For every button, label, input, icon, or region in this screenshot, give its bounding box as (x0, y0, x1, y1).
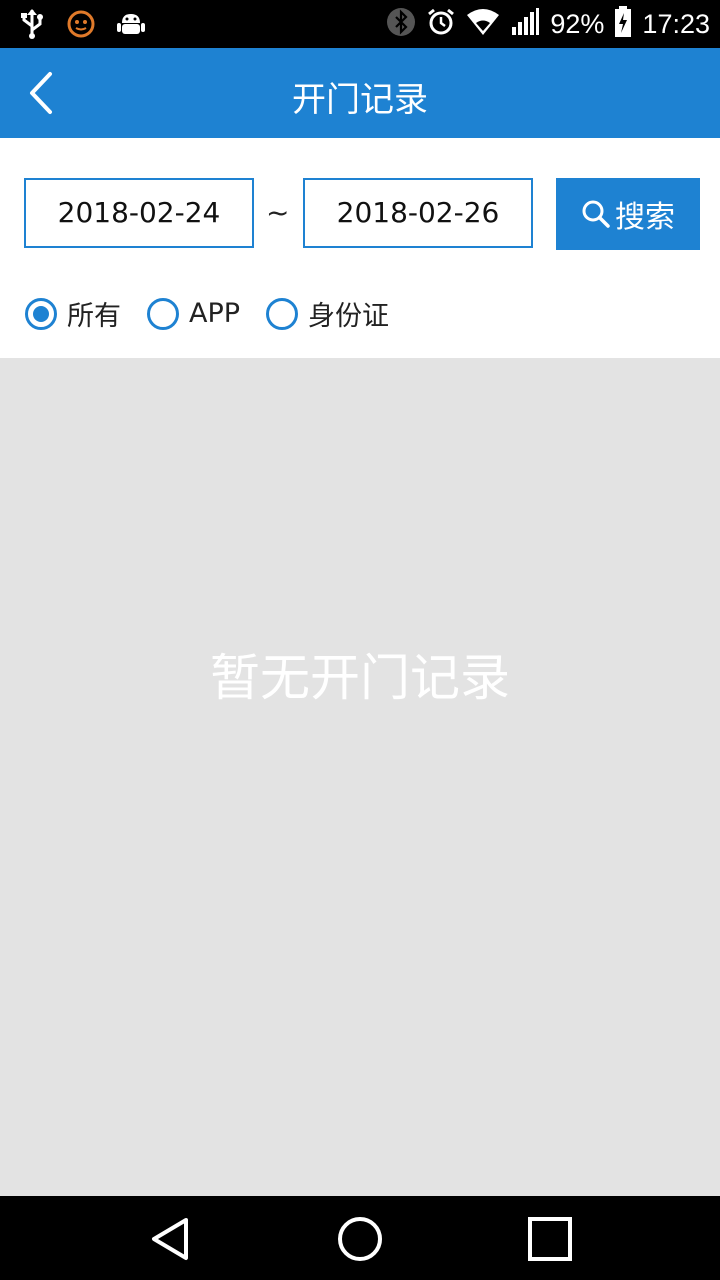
radio-option-id-card[interactable]: 身份证 (266, 294, 389, 333)
battery-percent: 92% (550, 9, 605, 39)
radio-label: APP (189, 298, 241, 329)
recents-square-icon (528, 1217, 572, 1261)
nav-recents-button[interactable] (525, 1214, 575, 1264)
filter-panel: 2018-02-24 ~ 2018-02-26 搜索 所有 APP 身份证 (0, 138, 720, 358)
search-icon (582, 200, 610, 228)
face-icon (66, 9, 96, 44)
search-button-label: 搜索 (615, 200, 675, 235)
radio-checked-icon (25, 297, 57, 330)
bluetooth-icon (386, 7, 416, 42)
radio-unchecked-icon (266, 297, 299, 330)
records-list-area: 暂无开门记录 (0, 358, 720, 1196)
usb-icon (18, 8, 46, 45)
status-bar: 92% 17:23 (0, 0, 720, 48)
radio-label: 所有 (67, 301, 121, 332)
home-circle-icon (338, 1217, 382, 1261)
nav-back-button[interactable] (146, 1214, 196, 1264)
radio-unchecked-icon (147, 297, 179, 330)
app-bar: 开门记录 (0, 48, 720, 138)
page-title: 开门记录 (292, 80, 428, 120)
search-button[interactable]: 搜索 (556, 178, 700, 250)
alarm-icon (426, 7, 456, 42)
radio-label: 身份证 (308, 301, 390, 332)
back-triangle-icon (152, 1218, 188, 1260)
source-filter-radio-group: 所有 APP 身份证 (25, 294, 415, 333)
system-nav-bar (0, 1196, 720, 1280)
start-date-field[interactable]: 2018-02-24 (24, 178, 254, 248)
radio-option-app[interactable]: APP (147, 297, 241, 330)
battery-charging-icon (614, 6, 632, 43)
empty-state-message: 暂无开门记录 (210, 649, 510, 707)
wifi-icon (466, 7, 500, 42)
nav-home-button[interactable] (335, 1214, 385, 1264)
clock: 17:23 (642, 9, 710, 39)
signal-icon (510, 7, 540, 42)
radio-option-all[interactable]: 所有 (25, 294, 121, 333)
end-date-field[interactable]: 2018-02-26 (303, 178, 533, 248)
android-debug-icon (116, 9, 146, 44)
date-range-separator: ~ (266, 196, 290, 229)
